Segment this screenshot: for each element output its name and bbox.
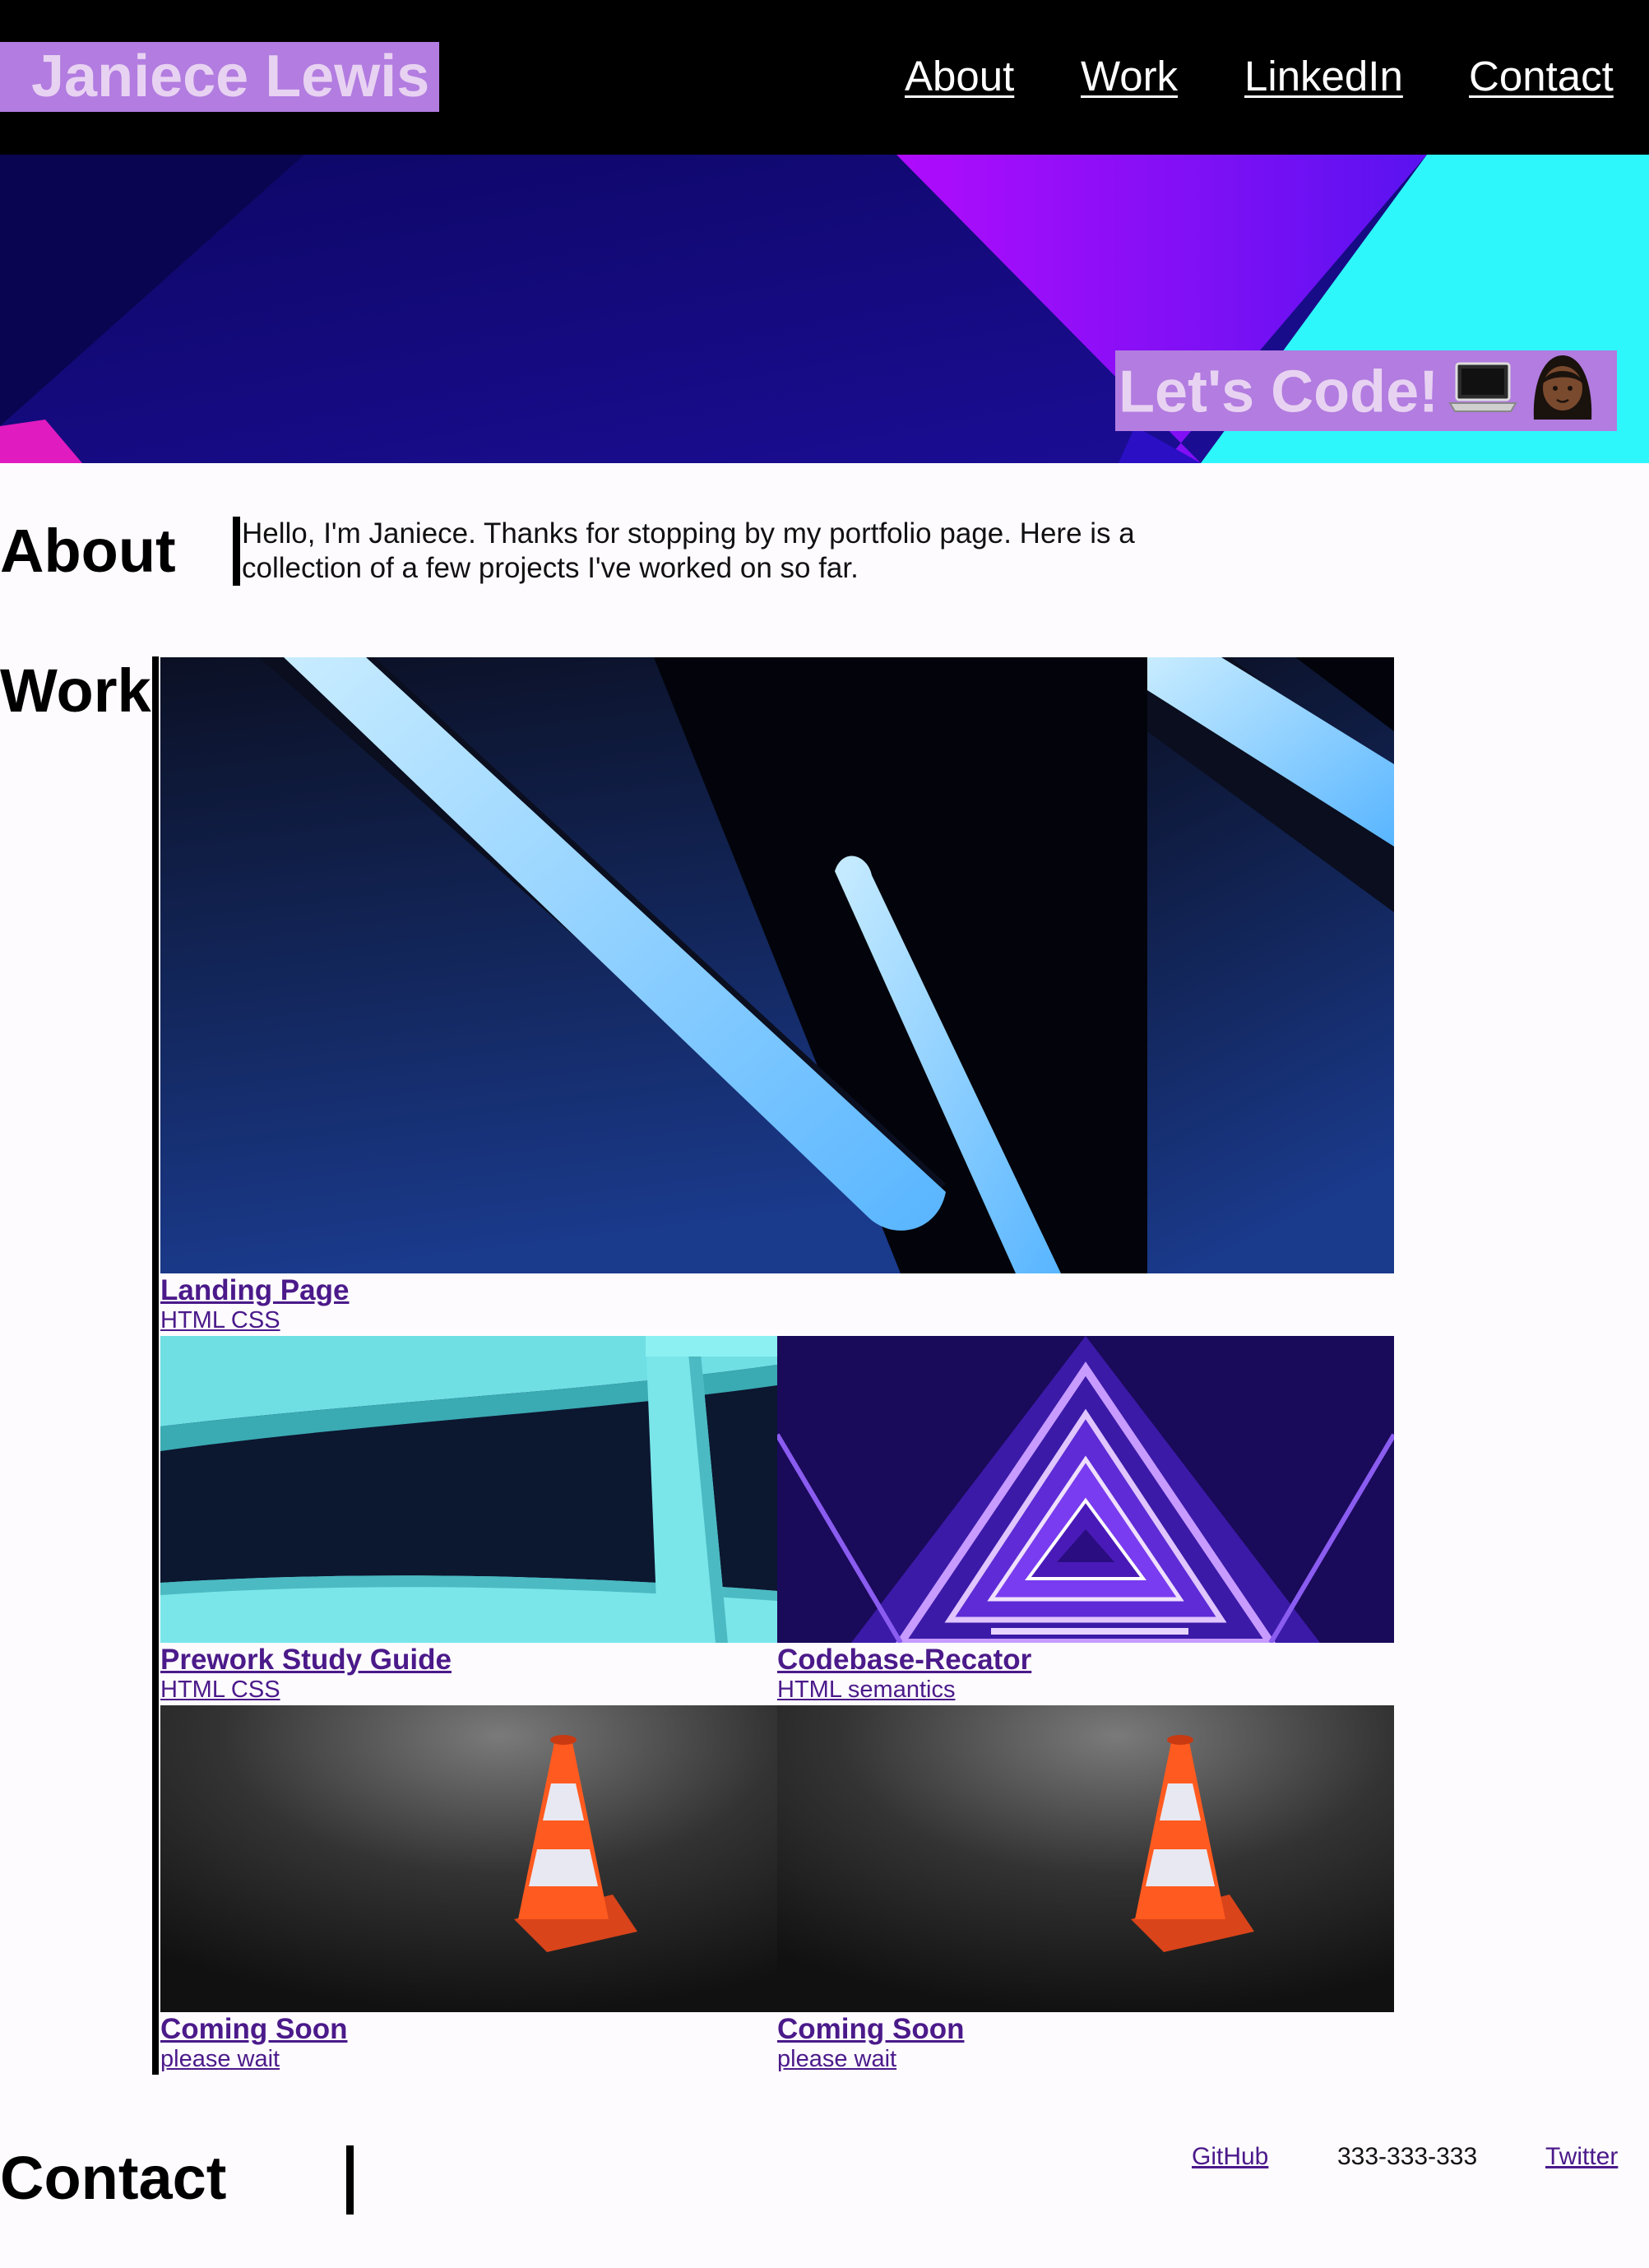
project-tags-link[interactable]: HTML CSS [160,1307,280,1333]
project-tags-link[interactable]: please wait [777,2046,896,2072]
project-tags-link[interactable]: HTML semantics [777,1677,955,1703]
project-card[interactable]: Codebase-Recator HTML semantics [777,1336,1394,1704]
project-tags-link[interactable]: please wait [160,2046,280,2072]
about-heading: About [0,517,176,585]
hero-tagline: Let's Code! [1115,350,1617,431]
main-nav: About Work LinkedIn Contact [0,48,1649,105]
github-link[interactable]: GitHub [1192,2140,1268,2173]
project-image-neon-tubes[interactable] [160,657,1394,1273]
hero-banner: Let's Code! [0,155,1649,463]
project-title-link[interactable]: Landing Page [160,1274,349,1307]
contact-links: GitHub 333-333-333 Twitter [0,2140,1649,2173]
project-image-traffic-cone[interactable] [777,1705,1394,2012]
project-image-purple-triangle-stairs[interactable] [777,1336,1394,1643]
project-title-link[interactable]: Prework Study Guide [160,1644,452,1677]
tagline-text: Let's Code! [1119,359,1439,425]
project-image-traffic-cone[interactable] [160,1705,777,2012]
project-title-link[interactable]: Coming Soon [160,2013,347,2046]
nav-contact-link[interactable]: Contact [1469,48,1614,105]
work-heading: Work [0,656,151,725]
project-card[interactable]: Coming Soon please wait [160,1705,777,2076]
twitter-link[interactable]: Twitter [1545,2140,1618,2173]
project-tags-link[interactable]: HTML CSS [160,1677,280,1703]
project-title-link[interactable]: Coming Soon [777,2013,964,2046]
project-card[interactable]: Coming Soon please wait [777,1705,1394,2076]
project-image-teal-structure[interactable] [160,1336,777,1643]
project-card[interactable]: Prework Study Guide HTML CSS [160,1336,777,1704]
woman-icon [1527,350,1598,442]
nav-about-link[interactable]: About [905,48,1014,105]
work-divider [152,656,159,2075]
site-header: Janiece Lewis About Work LinkedIn Contac… [0,0,1649,155]
phone-number: 333-333-333 [1337,2143,1478,2170]
project-card[interactable]: Landing Page HTML CSS [160,657,1394,1336]
nav-linkedin-link[interactable]: LinkedIn [1244,48,1403,105]
nav-work-link[interactable]: Work [1081,48,1178,105]
project-title-link[interactable]: Codebase-Recator [777,1644,1031,1677]
about-text: Hello, I'm Janiece. Thanks for stopping … [233,517,1187,586]
laptop-icon [1448,356,1517,437]
